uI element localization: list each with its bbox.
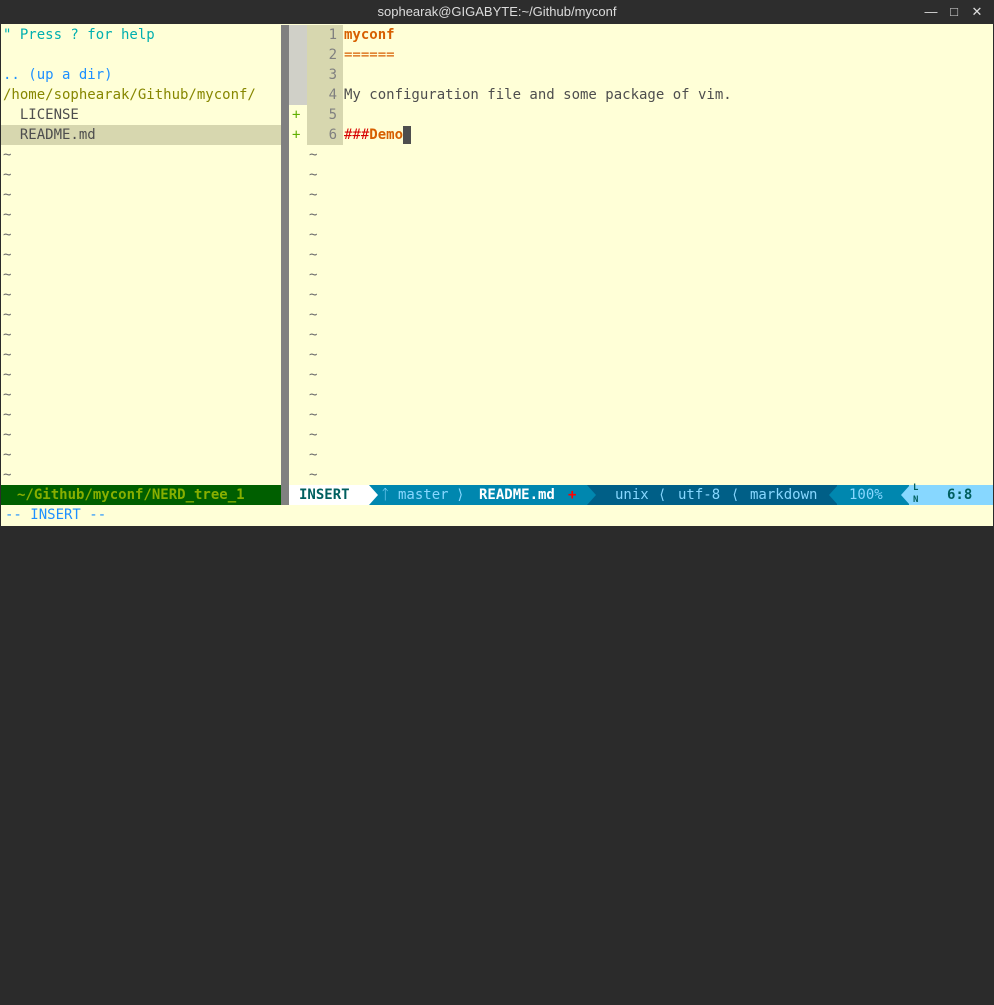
empty-line-tilde: ~ [309,367,318,383]
command-line[interactable]: -- INSERT -- [5,505,106,525]
modified-flag: + [568,487,577,503]
editor-pane[interactable]: ~ ~ ~ ~ ~ ~ ~ ~ ~ ~ ~ ~ ~ ~ ~ ~ ~ myconf ====== My configur… [307,25,993,485]
editor-line[interactable]: ###Demo [344,125,412,145]
window-titlebar: sophearak@GIGABYTE:~/Github/myconf — □ ✕ [0,0,994,24]
mode-indicator: INSERT [289,485,369,505]
line-text: ### [344,127,370,143]
editor-line[interactable]: myconf [344,25,395,45]
chevron-left-icon: ⟨ [658,487,667,503]
git-added-sign: + [292,107,301,123]
empty-line-tilde: ~ [309,387,318,403]
nerdtree-file-license[interactable]: LICENSE [3,105,79,125]
empty-line-tilde: ~ [309,307,318,323]
chevron-left-icon: ⟨ [731,487,740,503]
empty-line-tilde: ~ [3,267,12,283]
file-name: README.md [479,487,555,503]
empty-line-tilde: ~ [309,327,318,343]
empty-line-tilde: ~ [309,207,318,223]
separator-arrow-icon [369,485,378,505]
separator-arrow-icon [587,485,596,505]
close-icon[interactable]: ✕ [966,0,988,24]
editor-line[interactable]: ====== [344,45,395,65]
empty-line-tilde: ~ [309,467,318,483]
empty-line-tilde: ~ [309,147,318,163]
editor-line[interactable]: My configuration file and some package o… [344,85,732,105]
file-format: unix [615,487,649,503]
git-branch: master [398,487,449,503]
scroll-percent: 100% [849,487,883,503]
cursor-position: 6:8 [947,487,973,503]
empty-line-tilde: ~ [309,227,318,243]
empty-line-tilde: ~ [3,167,12,183]
git-branch-icon: ᛏ [381,487,390,503]
nerdtree-file-readme[interactable]: README.md [1,125,281,145]
nerdtree-cwd[interactable]: /home/sophearak/Github/myconf/ [3,85,256,105]
line-text: ====== [344,47,395,63]
statusline: ~/Github/myconf/NERD_tree_1 INSERT ᛏ mas… [1,483,993,505]
empty-line-tilde: ~ [309,427,318,443]
empty-line-tilde: ~ [309,167,318,183]
nerdtree-help: " Press ? for help [3,27,155,43]
file-encoding: utf-8 [678,487,721,503]
minimize-icon[interactable]: — [920,0,942,24]
empty-line-tilde: ~ [3,307,12,323]
empty-line-tilde: ~ [3,147,12,163]
empty-line-tilde: ~ [3,467,12,483]
heading-text: Demo [369,127,404,143]
empty-line-tilde: ~ [3,347,12,363]
empty-line-tilde: ~ [3,207,12,223]
file-type: markdown [750,487,818,503]
empty-line-tilde: ~ [3,407,12,423]
sign-column: + + [289,25,307,485]
empty-line-tilde: ~ [3,367,12,383]
nerdtree-pane[interactable]: " Press ? for help .. (up a dir) /home/s… [1,25,281,485]
terminal[interactable]: " Press ? for help .. (up a dir) /home/s… [1,24,993,526]
empty-line-tilde: ~ [3,427,12,443]
empty-line-tilde: ~ [309,347,318,363]
empty-line-tilde: ~ [3,247,12,263]
empty-line-tilde: ~ [309,287,318,303]
line-text: My configuration file and some package o… [344,87,732,103]
empty-line-tilde: ~ [3,327,12,343]
nerdtree-statusline: ~/Github/myconf/NERD_tree_1 [1,485,281,505]
text-cursor [403,126,412,144]
empty-line-tilde: ~ [309,187,318,203]
empty-line-tilde: ~ [309,447,318,463]
empty-line-tilde: ~ [309,407,318,423]
separator-arrow-icon [829,485,838,505]
separator-arrow-icon [901,485,910,505]
git-added-sign: + [292,127,301,143]
vertical-split-separator[interactable] [281,25,289,485]
nerdtree-up-dir[interactable]: .. (up a dir) [3,65,113,85]
maximize-icon[interactable]: □ [943,0,965,24]
chevron-right-icon: ⟩ [456,487,465,503]
empty-line-tilde: ~ [3,387,12,403]
line-text: myconf [344,27,395,43]
line-number-icon: LN [913,483,919,505]
empty-line-tilde: ~ [3,287,12,303]
empty-line-tilde: ~ [309,267,318,283]
empty-line-tilde: ~ [3,447,12,463]
empty-line-tilde: ~ [309,247,318,263]
empty-line-tilde: ~ [3,187,12,203]
empty-line-tilde: ~ [3,227,12,243]
window-title: sophearak@GIGABYTE:~/Github/myconf [377,4,617,19]
